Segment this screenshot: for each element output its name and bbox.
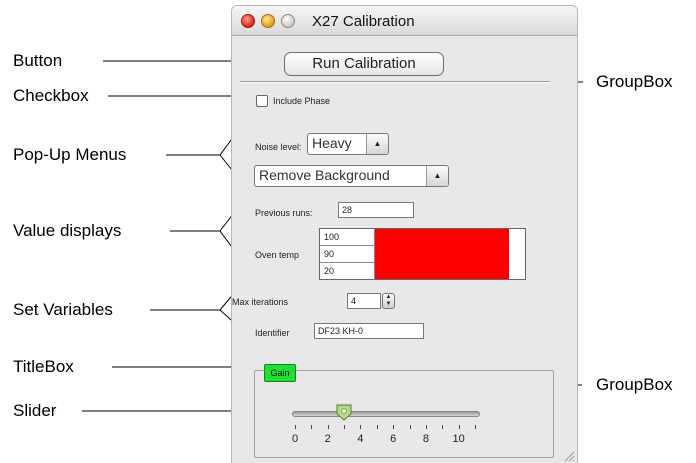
slider-tick [295,425,296,429]
slider-tick [327,425,329,429]
slider-tick [458,425,460,429]
gain-slider-thumb[interactable] [335,403,353,421]
popup-arrows-icon: ▲ [426,166,448,186]
slider-tick-label: 6 [390,433,397,445]
group-box-separator [240,81,550,83]
background-popup[interactable]: Remove Background ▲ [254,165,449,187]
max-iterations-stepper[interactable]: ▲ ▼ [382,293,395,309]
noise-level-value: Heavy [312,135,352,151]
annotation-slider: Slider [13,401,57,420]
calibration-window: X27 Calibration Run Calibration Include … [231,5,578,463]
oven-temp-display: 100 90 20 [319,228,526,280]
identifier-field[interactable]: DF23 KH-0 [314,323,424,339]
window-content: Run Calibration Include Phase Noise leve… [232,37,577,463]
max-iterations-label: Max iterations [232,297,289,307]
annotation-checkbox: Checkbox [13,86,89,105]
close-window-icon[interactable] [241,14,255,28]
window-title: X27 Calibration [312,13,415,30]
noise-level-popup[interactable]: Heavy ▲ [307,133,389,155]
annotation-popup-menus: Pop-Up Menus [13,145,127,164]
slider-tick [475,425,476,429]
run-calibration-button[interactable]: Run Calibration [284,52,444,76]
annotation-set-variables: Set Variables [13,300,113,319]
stepper-up-icon[interactable]: ▲ [383,294,394,301]
oven-temp-cell: 100 [320,229,375,246]
slider-tick-label: 4 [357,433,364,445]
slider-tick [311,425,313,429]
annotation-value-displays: Value displays [13,221,122,240]
zoom-window-icon[interactable] [281,14,295,28]
background-value: Remove Background [259,167,390,183]
include-phase-label: Include Phase [273,96,331,106]
identifier-label: Identifier [255,328,290,338]
resize-grip-icon[interactable] [563,450,575,462]
slider-tick [442,425,444,429]
slider-tick [344,425,346,429]
annotation-groupbox-bottom: GroupBox [596,375,673,394]
gain-titlebox: Gain [264,364,296,382]
window-titlebar[interactable]: X27 Calibration [232,6,577,36]
previous-runs-label: Previous runs: [255,208,313,218]
slider-tick [393,425,395,429]
slider-tick-label: 8 [422,433,429,445]
slider-tick [376,425,378,429]
oven-temp-color-swatch [375,229,509,279]
annotation-button: Button [13,51,63,70]
noise-level-label: Noise level: [255,142,302,152]
slider-tick-label: 2 [324,433,331,445]
slider-tick [360,425,362,429]
minimize-window-icon[interactable] [261,14,275,28]
oven-temp-cell: 20 [320,263,375,280]
annotation-groupbox-top: GroupBox [596,72,673,91]
gain-slider-track[interactable] [292,411,480,417]
oven-temp-label: Oven temp [255,250,300,260]
slider-tick-label: 10 [452,433,465,445]
popup-arrows-icon: ▲ [366,134,388,154]
slider-tick [409,425,411,429]
slider-tick [425,425,427,429]
slider-tick-label: 0 [291,433,299,445]
stepper-down-icon[interactable]: ▼ [383,301,394,308]
previous-runs-display: 28 [338,202,414,218]
annotation-titlebox: TitleBox [13,357,74,376]
oven-temp-cell: 90 [320,246,375,263]
include-phase-checkbox[interactable] [256,95,268,107]
max-iterations-field[interactable]: 4 [347,293,381,309]
